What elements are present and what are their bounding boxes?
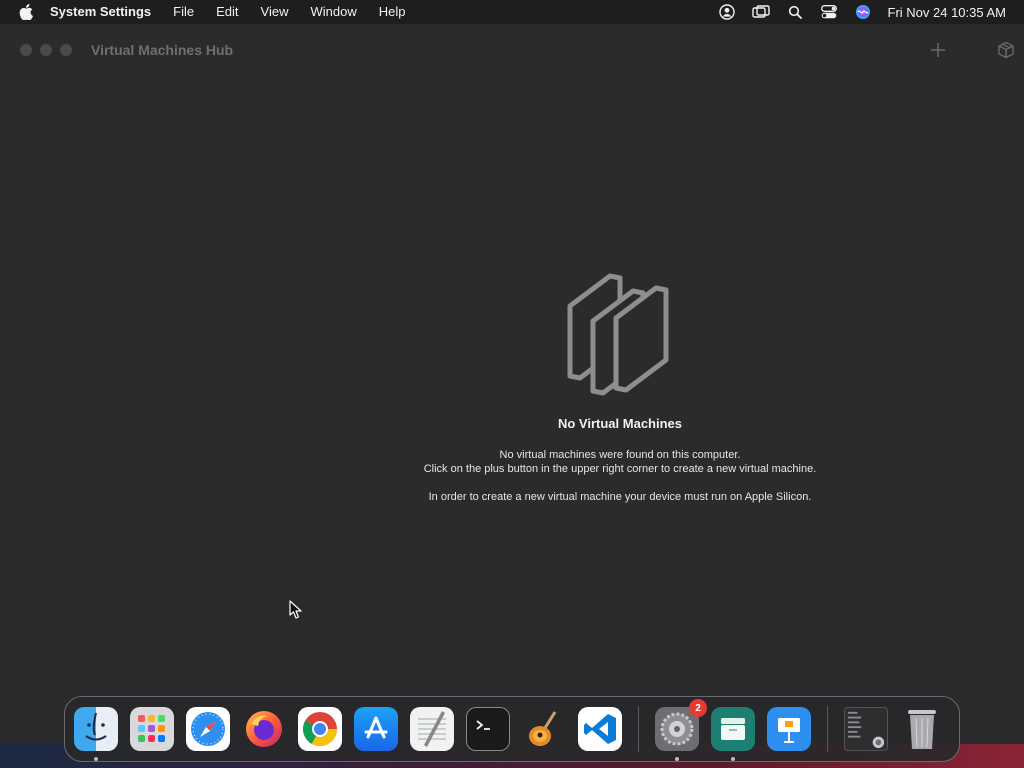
spotlight-search-icon[interactable] (778, 0, 812, 24)
library-button[interactable] (996, 40, 1016, 60)
firefox-icon (246, 711, 282, 747)
menubar-clock[interactable]: Fri Nov 24 10:35 AM (880, 5, 1024, 20)
running-indicator (731, 757, 735, 761)
dock-app-store[interactable] (354, 707, 398, 751)
dock-safari[interactable] (186, 707, 230, 751)
app-window: Virtual Machines Hub No Virtual Machines… (0, 24, 1024, 744)
dock-textedit[interactable] (410, 707, 454, 751)
user-account-icon[interactable] (710, 0, 744, 24)
dock-keynote[interactable] (767, 707, 811, 751)
dock-system-settings[interactable]: 2 (655, 699, 707, 761)
mouse-pointer-icon (289, 600, 303, 620)
dock-firefox[interactable] (242, 707, 286, 751)
chrome-icon (303, 712, 337, 746)
apple-menu-icon[interactable] (16, 0, 36, 24)
dock-terminal[interactable] (466, 707, 510, 751)
close-button[interactable] (20, 44, 32, 56)
window-controls (20, 44, 72, 56)
dock-trash[interactable] (900, 707, 944, 751)
empty-state-title: No Virtual Machines (557, 416, 682, 431)
safari-icon (191, 712, 225, 746)
plus-icon (931, 43, 945, 57)
garageband-icon (529, 711, 557, 746)
menu-app-name[interactable]: System Settings (36, 0, 162, 24)
empty-state-hint: Click on the plus button in the upper ri… (423, 463, 817, 475)
dock-finder[interactable] (74, 707, 118, 761)
finder-icon (85, 712, 107, 741)
launchpad-icon (138, 715, 165, 742)
add-vm-button[interactable] (928, 40, 948, 60)
window-title: Virtual Machines Hub (91, 42, 234, 58)
zoom-button[interactable] (60, 44, 72, 56)
dock: 2 (64, 696, 960, 762)
cube-icon (998, 41, 1014, 59)
dock-vscode[interactable] (578, 707, 622, 751)
running-indicator (94, 757, 98, 761)
menu-view[interactable]: View (250, 0, 300, 24)
dock-separator (638, 706, 639, 752)
trash-icon (908, 710, 936, 749)
textedit-icon (418, 711, 446, 747)
empty-state: No Virtual Machines No virtual machines … (320, 268, 920, 504)
dock-chrome[interactable] (298, 707, 342, 751)
vm-hub-icon (721, 718, 745, 740)
empty-state-message: No virtual machines were found on this c… (499, 449, 741, 461)
menu-edit[interactable]: Edit (205, 0, 249, 24)
menu-help[interactable]: Help (368, 0, 417, 24)
system-settings-icon (660, 712, 694, 746)
dock-launchpad[interactable] (130, 707, 174, 751)
document-thumbnail-icon (847, 711, 885, 749)
app-store-icon (364, 716, 388, 739)
siri-icon[interactable] (846, 0, 880, 24)
menu-bar: System Settings File Edit View Window He… (0, 0, 1024, 24)
menu-file[interactable]: File (162, 0, 205, 24)
screen-mirroring-icon[interactable] (744, 0, 778, 24)
notification-badge: 2 (689, 699, 707, 717)
control-center-icon[interactable] (812, 0, 846, 24)
virtual-machines-stack-icon (560, 268, 680, 398)
keynote-icon (778, 718, 800, 743)
menu-window[interactable]: Window (299, 0, 367, 24)
running-indicator (675, 757, 679, 761)
terminal-icon (476, 720, 490, 730)
minimize-button[interactable] (40, 44, 52, 56)
vscode-icon (584, 714, 616, 744)
empty-state-requirement: In order to create a new virtual machine… (428, 491, 812, 503)
dock-garageband[interactable] (522, 707, 566, 751)
window-titlebar: Virtual Machines Hub (0, 24, 1024, 76)
dock-vm-hub[interactable] (711, 707, 755, 761)
dock-recent-document[interactable] (844, 707, 888, 751)
dock-separator (827, 706, 828, 752)
